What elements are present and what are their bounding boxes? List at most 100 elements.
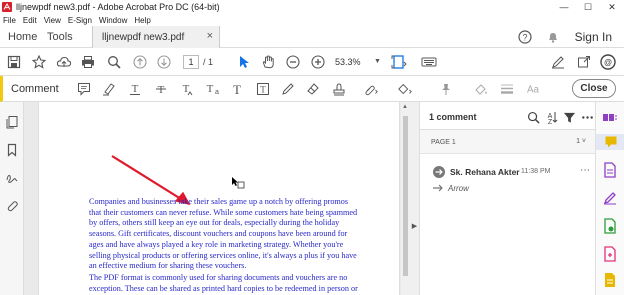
zoom-dropdown-icon[interactable]: ▼	[374, 58, 381, 65]
upload-cloud-icon[interactable]	[56, 54, 72, 70]
close-window-button[interactable]: ✕	[600, 0, 624, 14]
tab-home[interactable]: Home	[8, 26, 37, 48]
svg-text:T: T	[260, 85, 266, 95]
organize-pages-icon[interactable]	[602, 110, 618, 126]
font-style-icon[interactable]: Aa	[525, 81, 541, 97]
eraser-icon[interactable]	[305, 81, 321, 97]
comment-options-icon[interactable]	[580, 110, 594, 124]
notification-bell-icon[interactable]	[545, 29, 561, 45]
scan-ocr-icon[interactable]	[602, 272, 618, 288]
title-bar: lljnewpdf new3.pdf - Adobe Acrobat Pro D…	[0, 0, 624, 14]
text-box-icon[interactable]: T	[255, 81, 271, 97]
page-total: / 1	[203, 57, 214, 67]
sign-pen-icon[interactable]	[550, 54, 566, 70]
zoom-out-icon[interactable]	[285, 54, 301, 70]
fill-color-icon[interactable]	[473, 81, 489, 97]
bookmarks-icon[interactable]	[4, 142, 20, 158]
mouse-cursor-icon	[232, 177, 245, 189]
menu-window[interactable]: Window	[99, 16, 127, 25]
strikethrough-text-icon[interactable]: T	[153, 81, 169, 97]
comment-time: 11:38 PM	[521, 168, 551, 175]
zoom-level-field[interactable]: 53.3%	[335, 55, 373, 69]
insert-text-icon[interactable]: T	[179, 81, 195, 97]
page-group-header[interactable]: PAGE 1 1 ˅	[420, 130, 596, 154]
pdf-page[interactable]: Companies and businesses take their sale…	[38, 102, 400, 295]
attachments-icon[interactable]	[4, 198, 20, 214]
underline-text-icon[interactable]: T	[127, 81, 143, 97]
minimize-button[interactable]: —	[552, 0, 576, 14]
sticky-note-icon[interactable]	[76, 81, 92, 97]
menu-bar: File Edit View E-Sign Window Help	[0, 14, 624, 26]
hand-tool-icon[interactable]	[260, 54, 276, 70]
close-comment-button[interactable]: Close	[572, 79, 616, 98]
page-group-label: PAGE 1	[431, 139, 456, 146]
comments-panel: 1 comment AZ PAGE 1 1 ˅ Sk. Rehana Akter…	[419, 102, 596, 295]
sort-comments-icon[interactable]: AZ	[544, 110, 558, 124]
pencil-draw-icon[interactable]	[280, 81, 296, 97]
maximize-button[interactable]: ☐	[576, 0, 600, 14]
send-for-signature-icon[interactable]	[602, 218, 618, 234]
signatures-icon[interactable]	[4, 170, 20, 186]
window-controls: — ☐ ✕	[552, 0, 624, 14]
highlighter-icon[interactable]	[101, 81, 117, 97]
page-group-count[interactable]: 1 ˅	[576, 138, 586, 145]
page-up-icon[interactable]	[132, 54, 148, 70]
document-paragraph: Companies and businesses take their sale…	[89, 197, 358, 271]
zoom-in-icon[interactable]	[310, 54, 326, 70]
acrobat-app-icon	[2, 2, 12, 12]
account-controls: ? Sign In	[505, 29, 612, 45]
svg-text:a: a	[215, 89, 219, 96]
pin-icon[interactable]	[438, 81, 454, 97]
menu-edit[interactable]: Edit	[23, 16, 37, 25]
menu-view[interactable]: View	[44, 16, 61, 25]
document-viewport[interactable]: Companies and businesses take their sale…	[24, 102, 410, 295]
zoom-search-icon[interactable]	[106, 54, 122, 70]
filter-comments-icon[interactable]	[562, 110, 576, 124]
sign-in-button[interactable]: Sign In	[575, 30, 612, 44]
main-toolbar: 1 / 1 53.3% ▼ @	[0, 48, 624, 76]
tab-document[interactable]: lljnewpdf new3.pdf ×	[92, 26, 220, 48]
keyboard-icon[interactable]	[421, 54, 437, 70]
comment-toolbar: Comment T T T Ta T T Aa Close	[0, 76, 624, 102]
tab-tools[interactable]: Tools	[47, 26, 73, 48]
comment-more-icon[interactable]: ⋯	[580, 165, 590, 176]
comment-toolbar-label: Comment	[11, 83, 59, 95]
line-weight-icon[interactable]	[499, 81, 515, 97]
attach-file-icon[interactable]	[363, 81, 379, 97]
left-navigation-rail	[0, 102, 24, 295]
right-panel-collapse-icon[interactable]: ▶	[410, 222, 419, 230]
scroll-up-icon[interactable]: ▲	[402, 104, 408, 110]
replace-text-icon[interactable]: Ta	[205, 81, 221, 97]
search-comments-icon[interactable]	[526, 110, 540, 124]
scrollbar-thumb[interactable]	[403, 116, 408, 276]
share-link-icon[interactable]	[576, 54, 592, 70]
fill-sign-icon[interactable]	[602, 190, 618, 206]
close-tab-icon[interactable]: ×	[207, 30, 213, 42]
document-scrollbar[interactable]: ▲	[401, 102, 410, 295]
page-thumbnails-icon[interactable]	[4, 114, 20, 130]
comment-author: Sk. Rehana Akter	[450, 167, 520, 177]
help-icon[interactable]: ?	[517, 29, 533, 45]
svg-text:@: @	[604, 58, 612, 67]
page-fit-icon[interactable]	[391, 54, 407, 70]
stamp-icon[interactable]	[331, 81, 347, 97]
create-pdf-icon[interactable]	[602, 246, 618, 262]
print-icon[interactable]	[80, 54, 96, 70]
account-avatar-icon[interactable]: @	[600, 54, 616, 70]
page-number-input[interactable]: 1	[183, 55, 199, 69]
comment-tool-icon[interactable]	[596, 134, 624, 150]
svg-text:?: ?	[522, 33, 527, 43]
comment-item[interactable]: Sk. Rehana Akter 11:38 PM ⋯ Arrow	[420, 154, 596, 204]
save-icon[interactable]	[6, 54, 22, 70]
menu-file[interactable]: File	[3, 16, 16, 25]
svg-text:T: T	[207, 83, 214, 95]
add-text-icon[interactable]: T	[229, 81, 245, 97]
menu-esign[interactable]: E-Sign	[68, 16, 92, 25]
window-title: lljnewpdf new3.pdf - Adobe Acrobat Pro D…	[16, 2, 220, 12]
bookmark-star-icon[interactable]	[31, 54, 47, 70]
drawing-tools-icon[interactable]	[397, 81, 413, 97]
page-down-icon[interactable]	[156, 54, 172, 70]
select-cursor-icon[interactable]	[236, 54, 252, 70]
menu-help[interactable]: Help	[134, 16, 150, 25]
export-pdf-icon[interactable]	[602, 162, 618, 178]
